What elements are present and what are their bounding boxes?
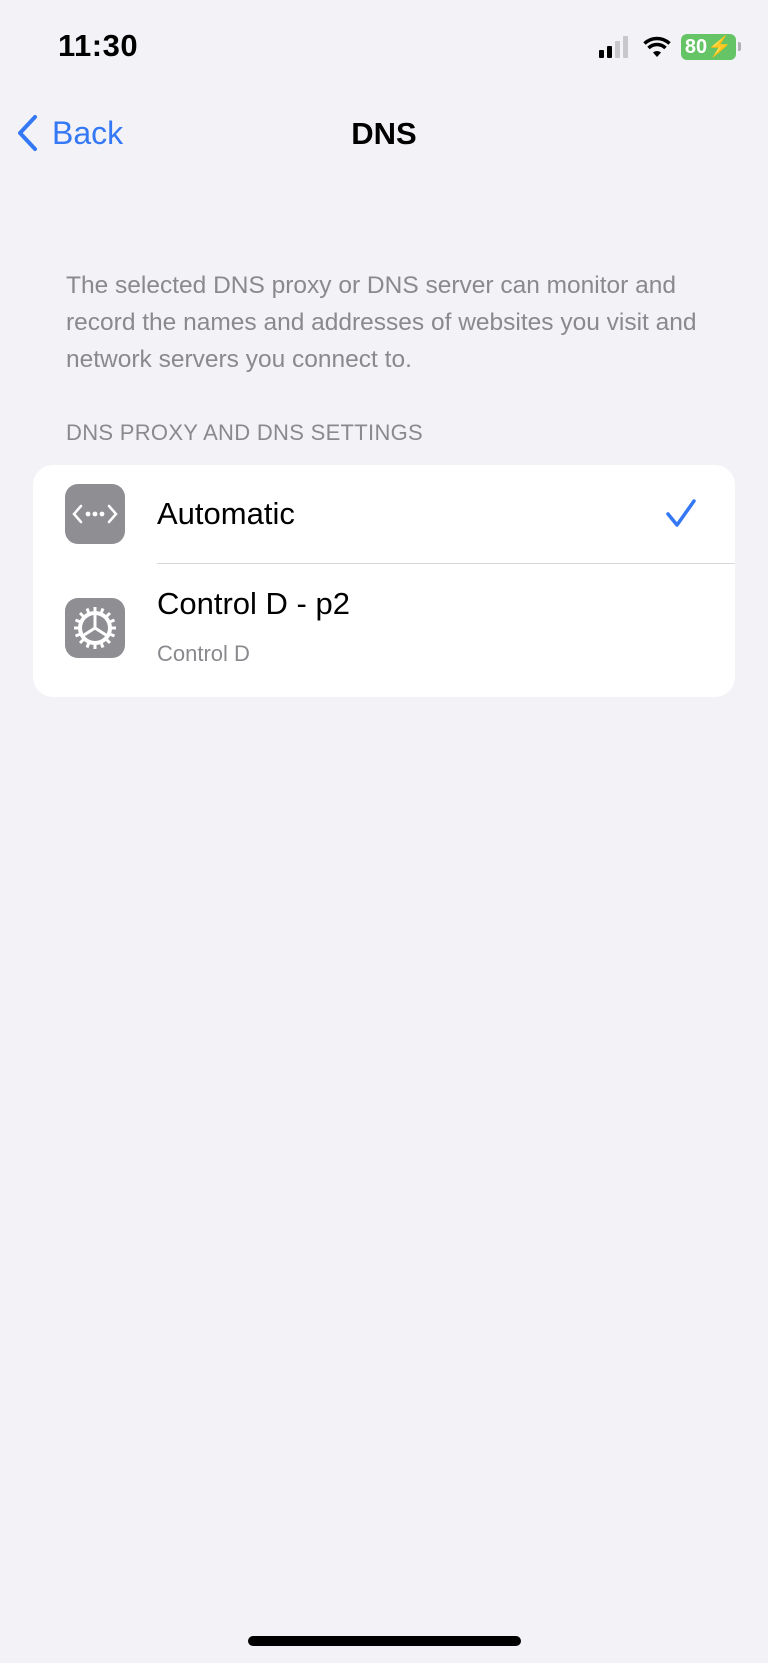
battery-charging-icon: 80⚡ (680, 34, 742, 60)
option-label: Automatic (157, 496, 295, 531)
wifi-icon (643, 36, 671, 57)
checkmark-icon (666, 499, 696, 527)
option-automatic[interactable]: Automatic (33, 465, 735, 564)
cellular-signal-icon (598, 36, 628, 58)
home-indicator[interactable] (248, 1636, 521, 1646)
status-icons: 80⚡ (598, 34, 742, 60)
option-subtitle: Control D (157, 641, 250, 666)
description-text: The selected DNS proxy or DNS server can… (66, 272, 697, 373)
gear-icon (65, 598, 125, 658)
status-time: 11:30 (58, 28, 139, 63)
option-label: Control D - p2 (157, 586, 350, 621)
page-title: DNS (351, 116, 417, 151)
dns-options-list: Automatic Control D - p2 Control D (33, 465, 735, 697)
battery-level: 80 (684, 36, 708, 58)
network-dots-icon (65, 484, 125, 544)
section-header: DNS PROXY AND DNS SETTINGS (66, 420, 424, 445)
option-control-d[interactable]: Control D - p2 Control D (33, 564, 735, 697)
